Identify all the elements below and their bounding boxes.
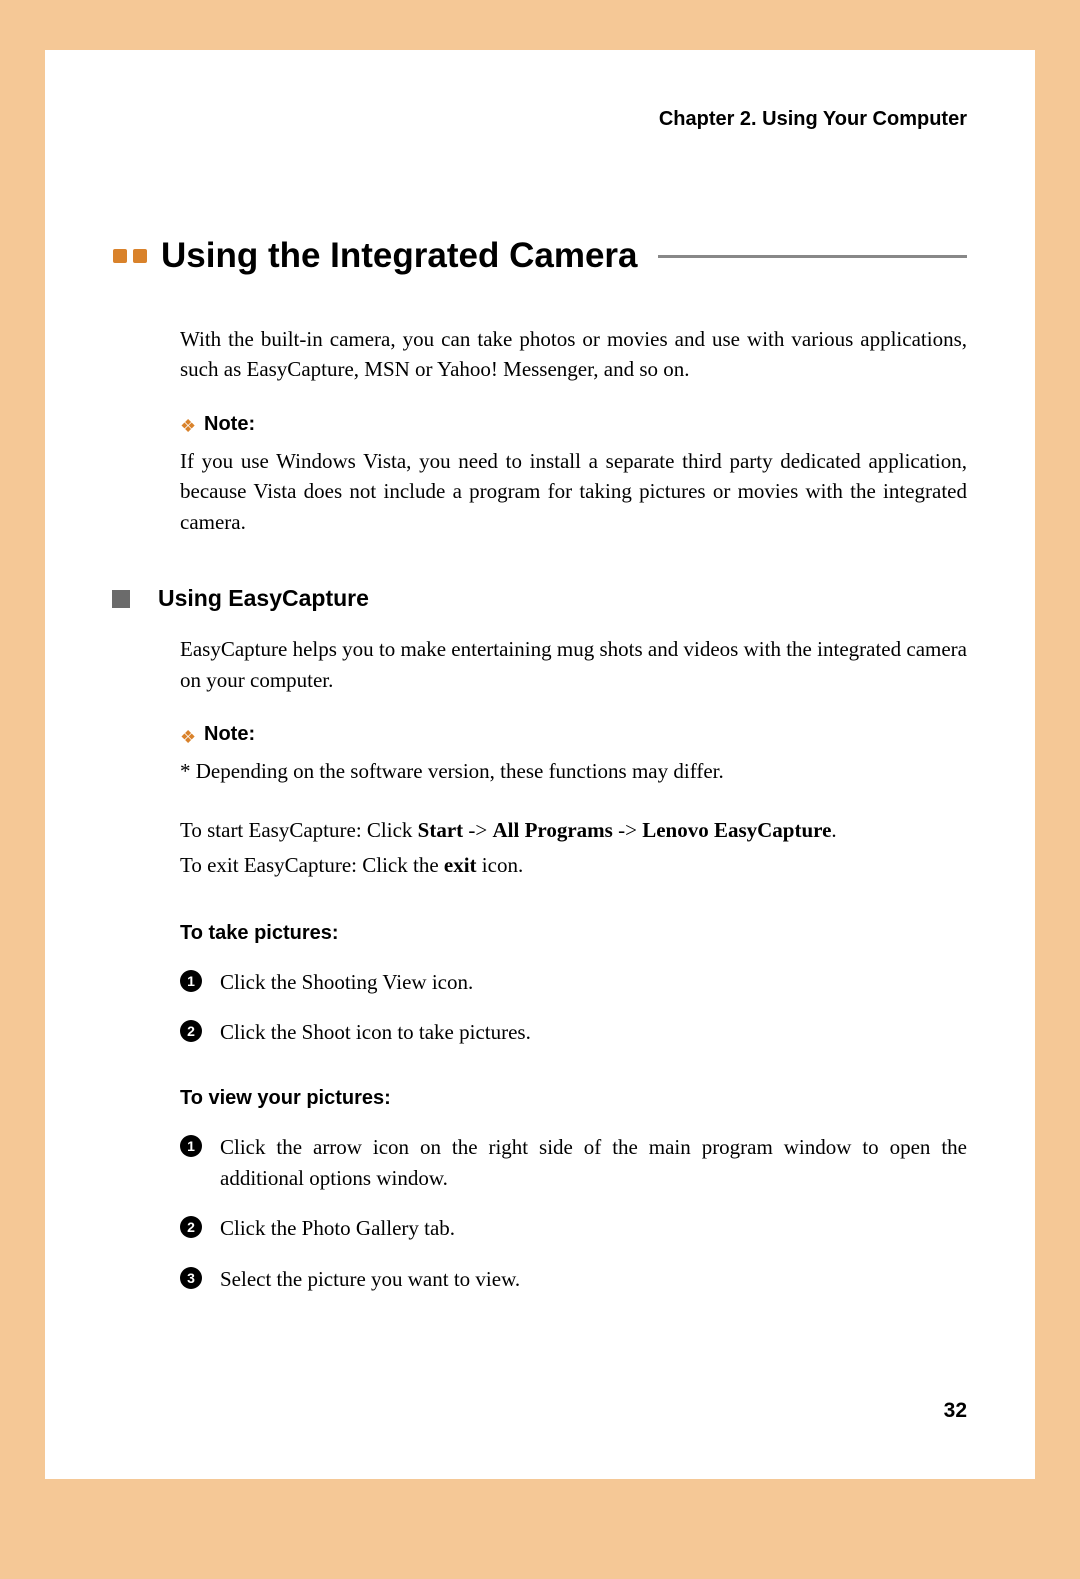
note-1-header: ❖ Note:	[180, 413, 967, 436]
subsection-intro: EasyCapture helps you to make entertaini…	[180, 634, 967, 695]
view-pictures-heading: To view your pictures:	[180, 1087, 967, 1110]
subsection-title: Using EasyCapture	[158, 585, 369, 612]
exit-suffix: icon.	[477, 853, 524, 877]
step-row: 2 Click the Photo Gallery tab.	[180, 1213, 967, 1243]
intro-paragraph: With the built-in camera, you can take p…	[180, 324, 967, 385]
body-content: With the built-in camera, you can take p…	[45, 276, 1035, 1294]
note-1-text: If you use Windows Vista, you need to in…	[180, 446, 967, 537]
section-title: Using the Integrated Camera	[161, 236, 638, 276]
note-2-header: ❖ Note:	[180, 723, 967, 746]
step-text: Click the Shooting View icon.	[220, 967, 967, 997]
step-text: Click the Shoot icon to take pictures.	[220, 1017, 967, 1047]
step-number-icon: 2	[180, 1020, 202, 1042]
title-rule-line	[658, 255, 968, 258]
step-number-icon: 2	[180, 1216, 202, 1238]
step-text: Click the arrow icon on the right side o…	[220, 1132, 967, 1193]
step-text: Select the picture you want to view.	[220, 1264, 967, 1294]
arrow-sep: ->	[613, 818, 642, 842]
step-row: 1 Click the arrow icon on the right side…	[180, 1132, 967, 1193]
start-instruction: To start EasyCapture: Click Start -> All…	[180, 815, 967, 847]
chapter-header: Chapter 2. Using Your Computer	[45, 50, 1035, 131]
note-2-label: Note:	[204, 723, 255, 746]
arrow-sep: ->	[463, 818, 492, 842]
note-1-label: Note:	[204, 413, 255, 436]
section-bullet-icon	[113, 249, 147, 263]
exit-prefix: To exit EasyCapture: Click the	[180, 853, 444, 877]
note-2-text: * Depending on the software version, the…	[180, 756, 967, 786]
step-number-icon: 1	[180, 1135, 202, 1157]
subsection-header: Using EasyCapture	[112, 585, 967, 612]
step-number-icon: 1	[180, 970, 202, 992]
period: .	[831, 818, 836, 842]
start-menu-label: Start	[418, 818, 464, 842]
step-row: 2 Click the Shoot icon to take pictures.	[180, 1017, 967, 1047]
diamond-icon: ❖	[180, 417, 194, 431]
start-prefix: To start EasyCapture: Click	[180, 818, 418, 842]
lenovo-easycapture-label: Lenovo EasyCapture	[642, 818, 831, 842]
exit-label: exit	[444, 853, 477, 877]
section-title-row: Using the Integrated Camera	[45, 131, 1035, 276]
square-bullet-icon	[112, 590, 130, 608]
page-number: 32	[944, 1399, 967, 1423]
exit-instruction: To exit EasyCapture: Click the exit icon…	[180, 850, 967, 882]
take-pictures-heading: To take pictures:	[180, 922, 967, 945]
diamond-icon: ❖	[180, 728, 194, 742]
step-text: Click the Photo Gallery tab.	[220, 1213, 967, 1243]
document-page: Chapter 2. Using Your Computer Using the…	[45, 50, 1035, 1479]
step-row: 3 Select the picture you want to view.	[180, 1264, 967, 1294]
all-programs-label: All Programs	[493, 818, 613, 842]
step-number-icon: 3	[180, 1267, 202, 1289]
step-row: 1 Click the Shooting View icon.	[180, 967, 967, 997]
